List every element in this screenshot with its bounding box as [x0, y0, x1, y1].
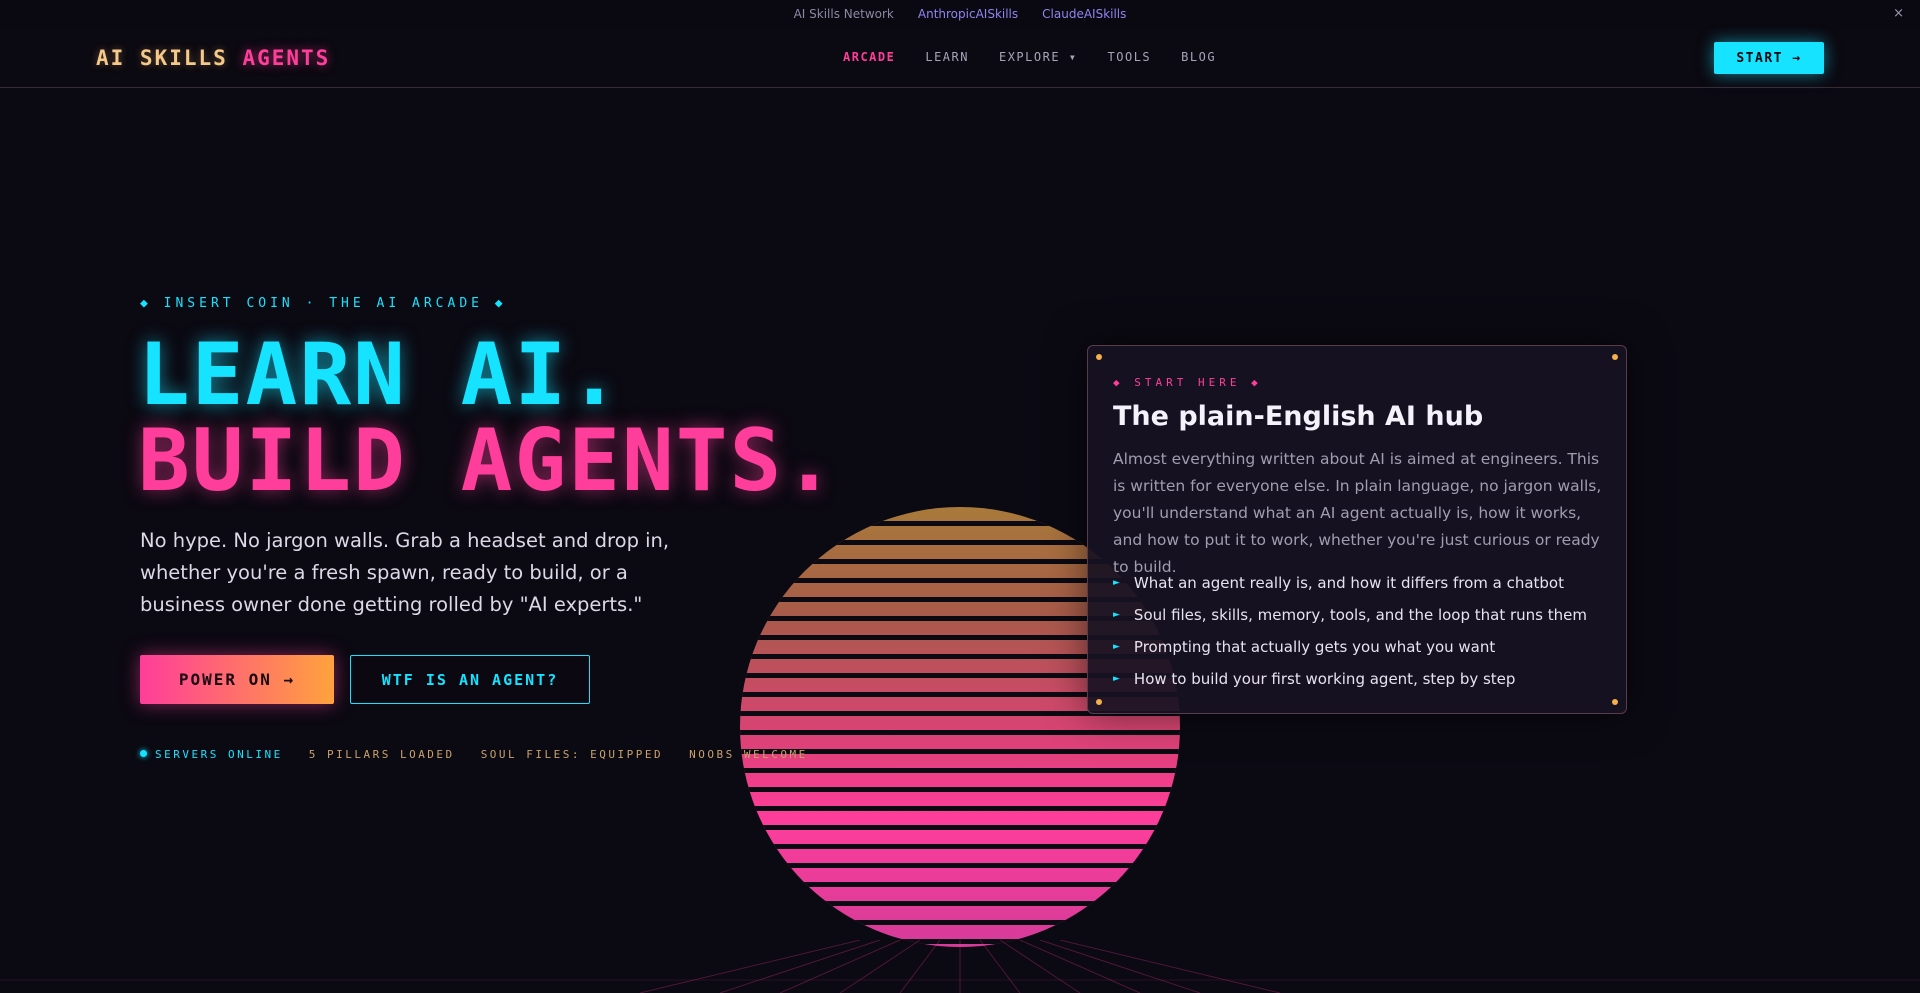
hero-headline: LEARN AI. BUILD AGENTS. — [138, 332, 837, 504]
triangle-right-icon: ► — [1113, 610, 1120, 620]
list-item: ► Soul files, skills, memory, tools, and … — [1113, 599, 1613, 631]
corner-dot-icon — [1096, 354, 1102, 360]
perspective-grid — [0, 940, 1920, 993]
start-button[interactable]: START → — [1714, 42, 1824, 74]
start-here-card: ◆ START HERE ◆ The plain-English AI hub … — [1087, 345, 1627, 714]
nav-item-explore[interactable]: EXPLORE ▾ — [999, 50, 1078, 64]
corner-dot-icon — [1096, 699, 1102, 705]
triangle-right-icon: ► — [1113, 642, 1120, 652]
wtf-agent-button[interactable]: WTF IS AN AGENT? — [350, 655, 590, 704]
list-item: ► What an agent really is, and how it dif… — [1113, 567, 1613, 599]
nav-item-tools[interactable]: TOOLS — [1108, 50, 1152, 64]
network-link-anthropic[interactable]: AnthropicAISkills — [918, 7, 1018, 21]
status-servers: SERVERS ONLINE — [140, 748, 283, 761]
hero-headline-line-2: BUILD AGENTS. — [138, 411, 838, 511]
list-item: ► Prompting that actually gets you what y… — [1113, 631, 1613, 663]
triangle-right-icon: ► — [1113, 578, 1120, 588]
hero-kicker: ◆ INSERT COIN · THE AI ARCADE ◆ — [140, 296, 507, 311]
status-soul-files: SOUL FILES: EQUIPPED — [480, 748, 664, 761]
network-link-claude[interactable]: ClaudeAISkills — [1042, 7, 1126, 21]
hero-lede: No hype. No jargon walls. Grab a headset… — [140, 529, 670, 616]
logo-text-accent: AGENTS — [242, 46, 331, 70]
site-header: AI SKILLS AGENTS ARCADE LEARN EXPLORE ▾ … — [0, 28, 1920, 88]
status-pillars: 5 PILLARS LOADED — [308, 748, 455, 761]
site-logo[interactable]: AI SKILLS AGENTS — [96, 46, 330, 70]
corner-dot-icon — [1612, 699, 1618, 705]
status-bar: SERVERS ONLINE 5 PILLARS LOADED SOUL FIL… — [140, 748, 808, 761]
main-nav: ARCADE LEARN EXPLORE ▾ TOOLS BLOG — [843, 50, 1216, 64]
network-bar: AI Skills Network AnthropicAISkills Clau… — [0, 0, 1920, 28]
nav-item-arcade[interactable]: ARCADE — [843, 50, 895, 64]
status-noobs: NOOBS WELCOME — [689, 748, 808, 761]
corner-dot-icon — [1612, 354, 1618, 360]
close-icon[interactable]: × — [1893, 6, 1904, 21]
triangle-right-icon: ► — [1113, 674, 1120, 684]
card-title: The plain-English AI hub — [1113, 401, 1484, 432]
nav-item-learn[interactable]: LEARN — [925, 50, 969, 64]
card-kicker: ◆ START HERE ◆ — [1113, 376, 1262, 389]
card-body: Almost everything written about AI is ai… — [1113, 450, 1602, 576]
power-on-button[interactable]: POWER ON → — [140, 655, 334, 704]
logo-text-primary: AI SKILLS — [96, 46, 228, 70]
hero-headline-line-1: LEARN AI. — [138, 325, 622, 425]
list-item: ► How to build your first working agent, … — [1113, 663, 1613, 695]
nav-item-blog[interactable]: BLOG — [1181, 50, 1216, 64]
network-label: AI Skills Network — [793, 7, 894, 21]
card-list: ► What an agent really is, and how it dif… — [1113, 567, 1613, 695]
online-dot-icon — [140, 750, 147, 757]
